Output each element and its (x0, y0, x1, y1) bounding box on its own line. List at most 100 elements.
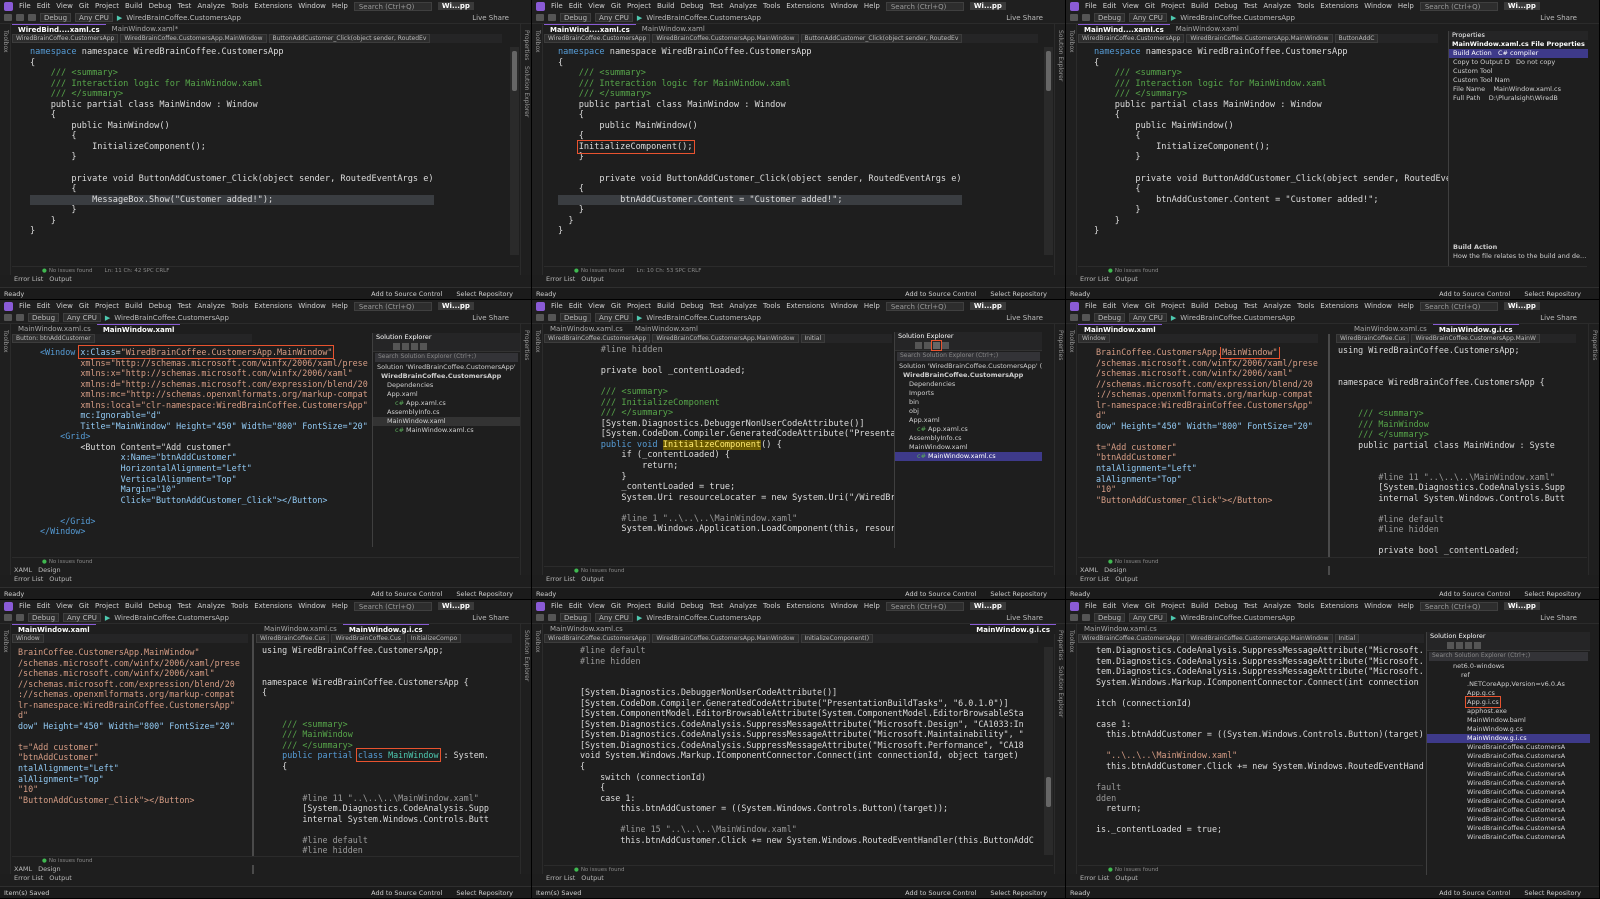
nav-member[interactable]: ButtonAddCustomer_Click(object sender, R… (268, 34, 431, 43)
home-icon[interactable] (1447, 642, 1454, 649)
search-input[interactable]: Search (Ctrl+Q) (885, 301, 964, 311)
start-debug-icon[interactable]: ▶ (637, 314, 642, 322)
right-tool-strip[interactable]: Solution Explorer (520, 624, 531, 874)
menu-tools[interactable]: Tools (763, 2, 780, 10)
tree-imports[interactable]: Imports (895, 389, 1042, 398)
start-debug-icon[interactable]: ▶ (117, 14, 122, 22)
toolbox-strip[interactable]: Toolbox (1066, 624, 1077, 874)
tree-item[interactable]: WiredBrainCoffee.CustomersA (1427, 779, 1590, 788)
xaml-tab[interactable]: XAML (14, 865, 32, 874)
menu-debug[interactable]: Debug (149, 602, 172, 610)
menu-analyze[interactable]: Analyze (729, 302, 757, 310)
forward-icon[interactable] (548, 614, 556, 621)
add-to-source-control[interactable]: Add to Source Control (371, 590, 442, 598)
menu-help[interactable]: Help (864, 302, 880, 310)
tree-mainwindow-xaml-cs[interactable]: c# MainWindow.xaml.cs (373, 426, 520, 435)
nav-member[interactable]: InitializeCompo (406, 634, 462, 643)
tab-mainwindow-xaml-cs[interactable]: WiredBind....xaml.cs (12, 24, 106, 34)
menu-file[interactable]: File (19, 2, 31, 10)
live-share-button[interactable]: Live Share (472, 314, 531, 322)
nav-project[interactable]: WiredBrainCoffee.Cus (256, 634, 330, 643)
nav-member[interactable]: Initial (1334, 634, 1360, 643)
live-share-button[interactable]: Live Share (1540, 14, 1599, 22)
toolbox-strip[interactable]: Toolbox (0, 624, 11, 874)
select-repository[interactable]: Select Repository (990, 889, 1047, 897)
select-repository[interactable]: Select Repository (1524, 889, 1581, 897)
search-input[interactable]: Search (Ctrl+Q) (885, 601, 964, 611)
menu-file[interactable]: File (1085, 2, 1097, 10)
tab-mainwindow-xaml-cs[interactable]: MainWindow.xaml.cs (544, 624, 629, 634)
menu-analyze[interactable]: Analyze (197, 602, 225, 610)
select-repository[interactable]: Select Repository (456, 290, 513, 298)
menu-tools[interactable]: Tools (231, 302, 248, 310)
config-dropdown[interactable]: Debug (28, 613, 60, 622)
menu-window[interactable]: Window (1364, 302, 1392, 310)
forward-icon[interactable] (16, 14, 24, 21)
output-tab[interactable]: Output (581, 575, 604, 584)
menu-project[interactable]: Project (95, 302, 119, 310)
platform-dropdown[interactable]: Any CPU (63, 313, 101, 322)
xaml-tab[interactable]: XAML (1080, 566, 1098, 575)
tree-mainwindow-xaml[interactable]: MainWindow.xaml (373, 417, 520, 426)
menu-project[interactable]: Project (627, 602, 651, 610)
startup-project[interactable]: WiredBrainCoffee.CustomersApp (646, 614, 761, 622)
tab-mainwindow-xaml[interactable]: MainWindow.xaml (636, 24, 711, 34)
tree-dependencies[interactable]: Dependencies (373, 381, 520, 390)
tab-mainwindow-xaml-cs[interactable]: MainWindow.xaml.cs (544, 324, 629, 334)
menu-git[interactable]: Git (79, 302, 89, 310)
toolbox-strip[interactable]: Toolbox (532, 624, 543, 874)
menu-window[interactable]: Window (830, 602, 858, 610)
tree-item[interactable]: WiredBrainCoffee.CustomersA (1427, 770, 1590, 779)
menu-edit[interactable]: Edit (569, 302, 583, 310)
menu-build[interactable]: Build (125, 602, 143, 610)
menu-tools[interactable]: Tools (763, 302, 780, 310)
menu-test[interactable]: Test (178, 602, 192, 610)
search-input[interactable]: Search (Ctrl+Q) (1419, 1, 1498, 11)
menu-view[interactable]: View (588, 2, 605, 10)
menu-window[interactable]: Window (1364, 602, 1392, 610)
generated-code-editor[interactable]: #line hidden private bool _contentLoaded… (580, 345, 896, 535)
menu-extensions[interactable]: Extensions (786, 302, 824, 310)
select-repository[interactable]: Select Repository (990, 590, 1047, 598)
output-tab[interactable]: Output (581, 275, 604, 284)
back-icon[interactable] (4, 14, 12, 21)
tree-assemblyinfo[interactable]: AssemblyInfo.cs (895, 434, 1042, 443)
menu-git[interactable]: Git (611, 302, 621, 310)
tree-app-xaml[interactable]: App.xaml (895, 416, 1042, 425)
xaml-editor[interactable]: BrainCoffee.CustomersApp.MainWindow"/sch… (1096, 347, 1322, 505)
generated-code-editor[interactable]: using WiredBrainCoffee.CustomersApp; nam… (262, 645, 512, 856)
menu-file[interactable]: File (551, 302, 563, 310)
menu-analyze[interactable]: Analyze (1263, 602, 1291, 610)
nav-type[interactable]: WiredBrainCoffee.CustomersApp.MainWindow (652, 334, 799, 343)
forward-icon[interactable] (1082, 314, 1090, 321)
toolbox-strip[interactable]: Toolbox (1066, 324, 1077, 575)
search-input[interactable]: Search (Ctrl+Q) (353, 601, 432, 611)
menu-extensions[interactable]: Extensions (1320, 302, 1358, 310)
menu-project[interactable]: Project (1161, 302, 1185, 310)
platform-dropdown[interactable]: Any CPU (595, 613, 633, 622)
add-to-source-control[interactable]: Add to Source Control (371, 889, 442, 897)
menu-analyze[interactable]: Analyze (197, 2, 225, 10)
start-debug-icon[interactable]: ▶ (637, 14, 642, 22)
tree-bin[interactable]: bin (895, 398, 1042, 407)
output-tab[interactable]: Output (1115, 275, 1138, 284)
tab-mainwindow-xaml[interactable]: MainWindow.xaml (12, 624, 96, 634)
tab-mainwindow-xaml-cs[interactable]: MainWindow.xaml.cs (1078, 624, 1163, 634)
menu-git[interactable]: Git (79, 602, 89, 610)
add-to-source-control[interactable]: Add to Source Control (905, 590, 976, 598)
add-to-source-control[interactable]: Add to Source Control (1439, 590, 1510, 598)
live-share-button[interactable]: Live Share (1006, 314, 1065, 322)
menu-file[interactable]: File (551, 602, 563, 610)
tab-mainwindow-xaml[interactable]: MainWindow.xaml (1078, 324, 1162, 334)
platform-dropdown[interactable]: Any CPU (595, 313, 633, 322)
menu-test[interactable]: Test (1244, 302, 1258, 310)
solution-search-input[interactable]: Search Solution Explorer (Ctrl+;) (1429, 652, 1588, 661)
nav-project[interactable]: WiredBrainCoffee.CustomersApp (12, 34, 119, 43)
menu-project[interactable]: Project (627, 302, 651, 310)
menu-help[interactable]: Help (332, 2, 348, 10)
menu-test[interactable]: Test (710, 302, 724, 310)
select-repository[interactable]: Select Repository (1524, 590, 1581, 598)
menu-git[interactable]: Git (1145, 602, 1155, 610)
menu-help[interactable]: Help (864, 2, 880, 10)
tree-obj[interactable]: obj (895, 407, 1042, 416)
